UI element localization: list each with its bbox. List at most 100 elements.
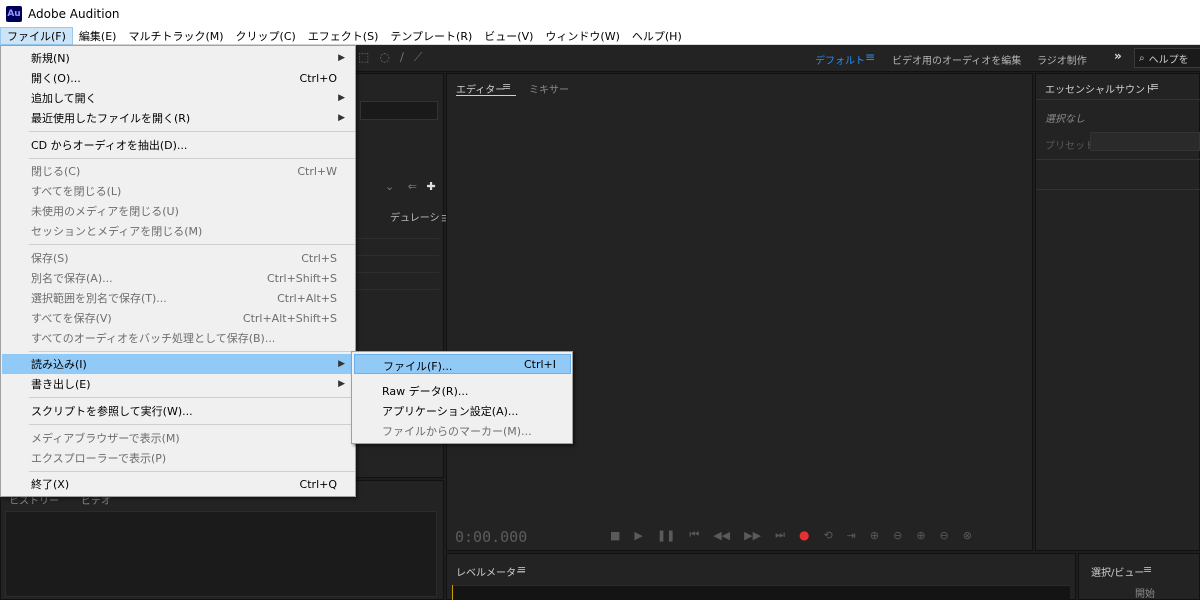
submenu-item-app-settings[interactable]: アプリケーション設定(A)... [354,400,571,420]
zoom-in-time-icon[interactable]: ⊕ [916,529,925,542]
plus-icon[interactable]: ✚ [426,180,435,193]
menu-item-save-selection-as[interactable]: 選択範囲を別名で保存(T)... Ctrl+Alt+S [2,288,354,308]
file-search-input[interactable] [360,101,438,120]
workspace-menu-icon[interactable]: ≡ [865,50,875,64]
menu-item-new[interactable]: 新規(N) ▶ [2,48,354,68]
tab-editor-underline [456,95,516,96]
menu-item-import[interactable]: 読み込み(I) ▶ [2,354,354,374]
zoom-out-time-icon[interactable]: ⊖ [940,529,949,542]
title-bar: Au Adobe Audition [0,0,1200,27]
spot-healing-tool-icon[interactable]: ⟋ [414,50,422,65]
menu-help[interactable]: ヘルプ(H) [626,27,688,45]
menu-item-open[interactable]: 開く(O)... Ctrl+O [2,68,354,88]
chevron-right-icon: ▶ [338,359,345,369]
file-list [355,222,439,292]
more-workspaces-icon[interactable]: » [1114,49,1122,63]
menu-separator [29,158,355,159]
brush-tool-icon[interactable]: ∕ [400,50,404,65]
menu-window[interactable]: ウィンドウ(W) [539,27,625,45]
rewind-icon[interactable]: ◀◀ [713,529,730,542]
tab-editor[interactable]: エディター [456,81,505,96]
list-item[interactable] [355,256,439,273]
help-search-input[interactable]: ⌕ ヘルプを [1134,48,1200,68]
zoom-out-amplitude-icon[interactable]: ⊖ [893,529,902,542]
chevron-right-icon: ▶ [338,93,345,103]
submenu-item-raw-data[interactable]: Raw データ(R)... [354,380,571,400]
submenu-item-markers-from-file[interactable]: ファイルからのマーカー(M)... [354,420,571,440]
menu-multitrack[interactable]: マルチトラック(M) [122,27,229,45]
workspace-video-audio[interactable]: ビデオ用のオーディオを編集 [892,52,1021,67]
level-meter-marker [452,585,453,600]
file-menu-dropdown: 新規(N) ▶ 開く(O)... Ctrl+O 追加して開く ▶ 最近使用したフ… [0,45,356,497]
menu-template[interactable]: テンプレート(R) [384,27,478,45]
play-icon[interactable]: ▶ [634,529,642,542]
menu-separator [29,351,355,352]
file-panel-controls: ⌄ ⇐ ✚ [385,180,436,193]
menu-item-close-unused[interactable]: 未使用のメディアを閉じる(U) [2,201,354,221]
menu-item-reveal-media-browser[interactable]: メディアブラウザーで表示(M) [2,428,354,448]
menu-effects[interactable]: エフェクト(S) [302,27,385,45]
zoom-in-amplitude-icon[interactable]: ⊕ [870,529,879,542]
transport-controls: ■ ▶ ❚❚ ⏮ ◀◀ ▶▶ ⏭ ● ⟲ ⇥ ⊕ ⊖ ⊕ ⊖ ⊗ [610,528,972,542]
selection-view-panel: 選択/ビュー ≡ 開始 [1078,553,1200,600]
marquee-tool-icon[interactable]: ⬚ [358,50,369,65]
import-submenu: ファイル(F)... Ctrl+I Raw データ(R)... アプリケーション… [351,351,573,444]
menu-clip[interactable]: クリップ(C) [230,27,302,45]
chevron-right-icon: ▶ [338,113,345,123]
import-arrow-icon[interactable]: ⇐ [408,180,417,193]
history-list [5,511,437,597]
menu-item-extract-cd[interactable]: CD からオーディオを抽出(D)... [2,135,354,155]
menu-item-save-all[interactable]: すべてを保存(V) Ctrl+Alt+Shift+S [2,308,354,328]
menu-separator [29,131,355,132]
menu-item-exit[interactable]: 終了(X) Ctrl+Q [2,474,354,494]
loop-icon[interactable]: ⟲ [823,529,832,542]
menu-item-save[interactable]: 保存(S) Ctrl+S [2,248,354,268]
workspace-radio[interactable]: ラジオ制作 [1037,52,1087,67]
workspace-default[interactable]: デフォルト [815,52,865,67]
fast-forward-icon[interactable]: ▶▶ [744,529,761,542]
go-to-end-icon[interactable]: ⏭ [775,528,785,542]
menu-view[interactable]: ビュー(V) [478,27,539,45]
chevron-down-icon[interactable]: ⌄ [385,180,394,193]
level-meter-display [452,585,1070,600]
list-item[interactable] [355,273,439,290]
stop-icon[interactable]: ■ [610,529,620,542]
go-to-start-icon[interactable]: ⏮ [689,528,699,542]
list-item[interactable] [355,239,439,256]
menu-separator [29,471,355,472]
record-icon[interactable]: ● [799,528,809,542]
menu-item-export[interactable]: 書き出し(E) ▶ [2,374,354,394]
editor-panel-menu-icon[interactable]: ≡ [502,80,511,93]
essential-sound-menu-icon[interactable]: ≡ [1150,80,1159,93]
lasso-tool-icon[interactable]: ◌ [379,50,389,65]
selection-view-title[interactable]: 選択/ビュー [1091,564,1144,579]
menu-item-save-batch[interactable]: すべてのオーディオをバッチ処理として保存(B)... [2,328,354,348]
skip-selection-icon[interactable]: ⇥ [847,529,856,542]
tab-mixer[interactable]: ミキサー [529,81,569,96]
menu-file[interactable]: ファイル(F) [0,26,73,45]
menu-edit[interactable]: 編集(E) [73,27,123,45]
menu-item-run-script[interactable]: スクリプトを参照して実行(W)... [2,401,354,421]
menu-item-reveal-explorer[interactable]: エクスプローラーで表示(P) [2,448,354,468]
submenu-item-import-file[interactable]: ファイル(F)... Ctrl+I [354,354,571,374]
zoom-full-icon[interactable]: ⊗ [963,529,972,542]
essential-sound-title[interactable]: エッセンシャルサウンド [1045,81,1155,96]
list-item[interactable] [355,222,439,239]
audition-logo-icon: Au [6,5,22,22]
menu-item-open-append[interactable]: 追加して開く ▶ [2,88,354,108]
menu-item-open-recent[interactable]: 最近使用したファイルを開く(R) ▶ [2,108,354,128]
menu-item-close-all[interactable]: すべてを閉じる(L) [2,181,354,201]
selection-view-menu-icon[interactable]: ≡ [1143,563,1152,576]
level-meter-title[interactable]: レベルメーター [456,564,526,579]
editor-panel: エディター ≡ ミキサー [446,73,1033,551]
menu-separator [29,424,355,425]
menu-item-save-as[interactable]: 別名で保存(A)... Ctrl+Shift+S [2,268,354,288]
preset-dropdown[interactable] [1090,132,1200,151]
menu-item-close-session[interactable]: セッションとメディアを閉じる(M) [2,221,354,241]
level-meter-menu-icon[interactable]: ≡ [517,563,526,576]
pause-icon[interactable]: ❚❚ [657,529,675,542]
menu-separator [29,397,355,398]
menu-item-close[interactable]: 閉じる(C) Ctrl+W [2,161,354,181]
window-title: Adobe Audition [28,6,120,21]
no-selection-label: 選択なし [1045,114,1085,125]
